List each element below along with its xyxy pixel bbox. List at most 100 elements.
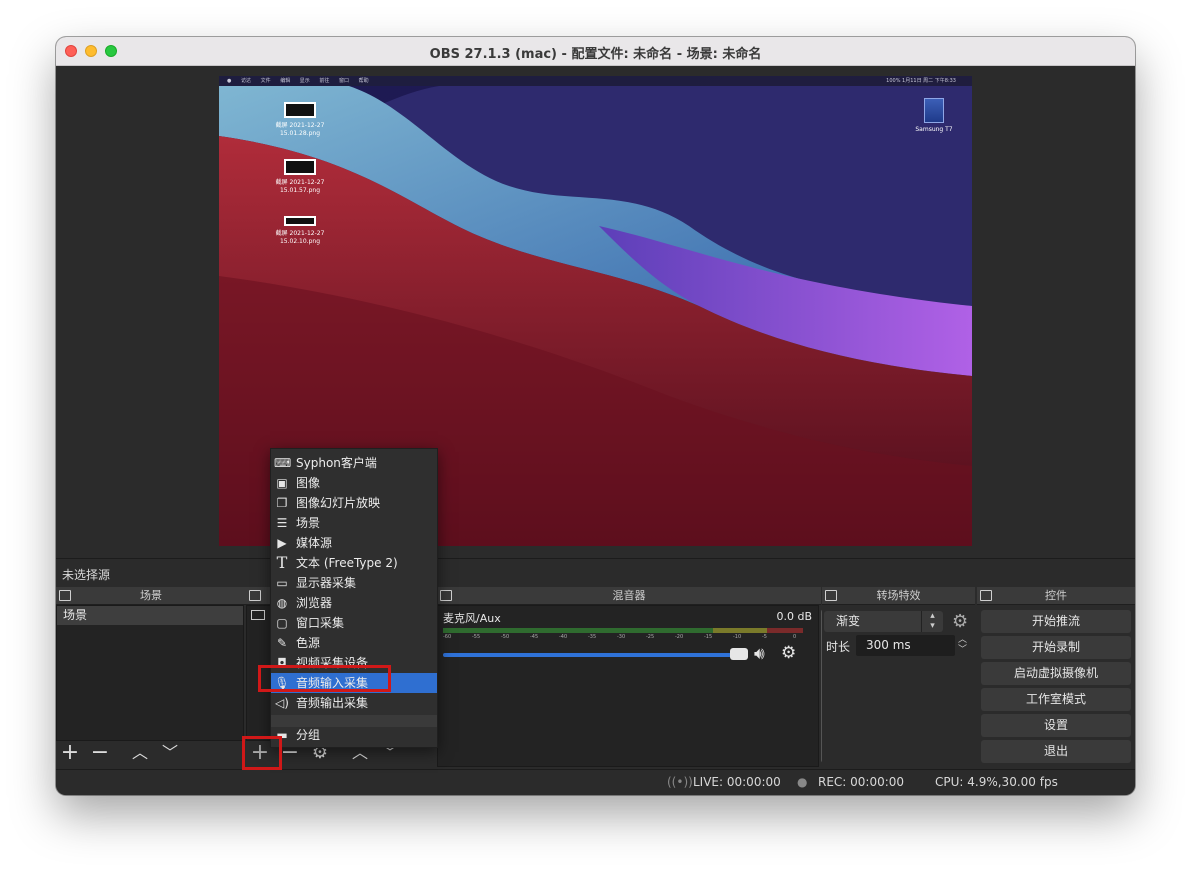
- move-scene-down-button[interactable]: ﹀: [158, 741, 182, 767]
- desktop-file-icon: 截屏 2021-12-27 15.01.28.png: [270, 102, 330, 138]
- menu-item-image[interactable]: ▣ 图像: [271, 473, 437, 493]
- float-dock-icon[interactable]: [440, 590, 452, 601]
- apple-menu-icon: ●: [227, 78, 232, 84]
- menu-item-slideshow[interactable]: ❐ 图像幻灯片放映: [271, 493, 437, 513]
- image-icon: ▣: [276, 476, 288, 490]
- meter-tick: -30: [617, 634, 626, 640]
- menu-item-scene[interactable]: ☰ 场景: [271, 513, 437, 533]
- start-virtual-camera-button[interactable]: 启动虚拟摄像机: [981, 662, 1131, 685]
- audio-mixer: 麦克风/Aux 0.0 dB -60 -55 -50 -45 -40 -35 -…: [437, 605, 819, 767]
- brush-icon: ✎: [276, 636, 288, 650]
- file-thumbnail: [284, 159, 316, 175]
- transition-select[interactable]: 渐变 ▴ ▾: [824, 611, 943, 632]
- add-scene-button[interactable]: +: [58, 741, 82, 767]
- volume-slider[interactable]: [443, 653, 743, 657]
- desktop-file-icon: 截屏 2021-12-27 15.02.10.png: [270, 216, 330, 246]
- meter-tick: -60: [443, 634, 452, 640]
- float-dock-icon[interactable]: [825, 590, 837, 601]
- list-icon: ☰: [276, 516, 288, 530]
- meter-tick: -5: [762, 634, 767, 640]
- highlight-box-audio-input: [258, 665, 391, 692]
- menu-item-syphon[interactable]: ⌨ Syphon客户端: [271, 453, 437, 473]
- meter-tick: -25: [646, 634, 655, 640]
- remove-scene-button[interactable]: −: [88, 741, 112, 767]
- scenes-toolbar: + − ︿ ﹀: [56, 741, 246, 767]
- mac-menubar: ● 访达 文件 编辑 显示 前往 窗口 帮助 100% 1月11日 周二 下午8…: [219, 76, 972, 86]
- menubar-item: 编辑: [280, 78, 291, 84]
- menu-item-group[interactable]: ▬ 分组: [271, 725, 437, 745]
- source-status: 未选择源: [62, 568, 111, 582]
- monitor-icon: [251, 610, 265, 620]
- file-label: 截屏 2021-12-27 15.01.57.png: [275, 179, 325, 194]
- studio-mode-button[interactable]: 工作室模式: [981, 688, 1131, 711]
- menubar-item: 访达: [240, 78, 251, 84]
- meter-tick: 0: [793, 634, 797, 640]
- monitor-icon: ▭: [276, 576, 288, 590]
- menu-item-display-capture[interactable]: ▭ 显示器采集: [271, 573, 437, 593]
- speaker-icon: ◁): [275, 696, 289, 710]
- transition-gear-icon[interactable]: ⚙: [952, 611, 968, 632]
- menubar-item: 窗口: [339, 78, 350, 84]
- live-timer: LIVE: 00:00:00: [693, 775, 781, 789]
- select-arrows-icon: ▴ ▾: [921, 611, 943, 632]
- menu-item-audio-output-capture[interactable]: ◁) 音频输出采集: [271, 693, 437, 713]
- meter-tick: -50: [501, 634, 510, 640]
- file-thumbnail: [284, 102, 316, 118]
- mixer-db-readout: 0.0 dB: [776, 610, 812, 623]
- volume-slider-handle[interactable]: [730, 648, 748, 660]
- menu-item-window-capture[interactable]: ▢ 窗口采集: [271, 613, 437, 633]
- meter-tick: -40: [559, 634, 568, 640]
- text-icon: T: [276, 553, 288, 572]
- menu-item-media-source[interactable]: ▶ 媒体源: [271, 533, 437, 553]
- file-label: 截屏 2021-12-27 15.02.10.png: [275, 230, 325, 245]
- start-recording-button[interactable]: 开始录制: [981, 636, 1131, 659]
- desktop-file-icon: 截屏 2021-12-27 15.01.57.png: [270, 159, 330, 195]
- window-title: OBS 27.1.3 (mac) - 配置文件: 未命名 - 场景: 未命名: [429, 47, 762, 62]
- menu-item-color-source[interactable]: ✎ 色源: [271, 633, 437, 653]
- float-dock-icon[interactable]: [249, 590, 261, 601]
- menubar-item: 帮助: [358, 78, 369, 84]
- move-scene-up-button[interactable]: ︿: [128, 741, 152, 767]
- float-dock-icon[interactable]: [59, 590, 71, 601]
- transitions-dock-title: 转场特效: [822, 587, 975, 605]
- float-dock-icon[interactable]: [980, 590, 992, 601]
- menubar-item: 前往: [319, 78, 330, 84]
- settings-button[interactable]: 设置: [981, 714, 1131, 737]
- rec-dot-icon: ●: [797, 775, 808, 789]
- meter-tick: -35: [588, 634, 597, 640]
- meter-tick: -45: [530, 634, 539, 640]
- live-broadcast-icon: ((•)): [667, 775, 693, 789]
- duration-stepper[interactable]: ︿ ﹀: [958, 635, 967, 655]
- window-icon: ▢: [276, 616, 288, 630]
- speaker-icon[interactable]: 🔊︎: [754, 644, 765, 664]
- duration-label: 时长: [826, 640, 851, 654]
- controls-dock-title: 控件: [977, 587, 1135, 605]
- drive-graphic: [924, 98, 944, 123]
- play-icon: ▶: [277, 536, 287, 550]
- meter-tick: -20: [675, 634, 684, 640]
- highlight-box-add-source: [242, 736, 282, 770]
- gamepad-icon: ⌨: [274, 456, 292, 470]
- duration-input[interactable]: 300 ms: [856, 635, 955, 656]
- drive-icon: Samsung T7: [909, 98, 959, 133]
- start-streaming-button[interactable]: 开始推流: [981, 610, 1131, 633]
- menubar-item: 显示: [299, 78, 310, 84]
- menu-item-browser[interactable]: ◍ 浏览器: [271, 593, 437, 613]
- source-status-row: 未选择源: [56, 558, 1135, 586]
- slideshow-icon: ❐: [276, 496, 288, 510]
- meter-tick: -10: [733, 634, 742, 640]
- scene-item[interactable]: 场景: [57, 606, 243, 625]
- globe-icon: ◍: [276, 596, 288, 610]
- mixer-dock-title: 混音器: [437, 587, 821, 605]
- scenes-list[interactable]: 场景: [56, 605, 244, 741]
- meter-tick: -55: [472, 634, 481, 640]
- menubar-status: 100% 1月11日 周二 下午8:33: [886, 78, 956, 84]
- obs-window: OBS 27.1.3 (mac) - 配置文件: 未命名 - 场景: 未命名 ●…: [56, 37, 1135, 795]
- file-label: 截屏 2021-12-27 15.01.28.png: [275, 122, 325, 137]
- meter-tick: -15: [704, 634, 713, 640]
- mixer-gear-icon[interactable]: ⚙: [781, 643, 796, 663]
- cpu-fps: CPU: 4.9%,30.00 fps: [935, 775, 1058, 789]
- menu-item-text[interactable]: T 文本 (FreeType 2): [271, 553, 437, 573]
- menubar-item: 文件: [260, 78, 271, 84]
- exit-button[interactable]: 退出: [981, 740, 1131, 763]
